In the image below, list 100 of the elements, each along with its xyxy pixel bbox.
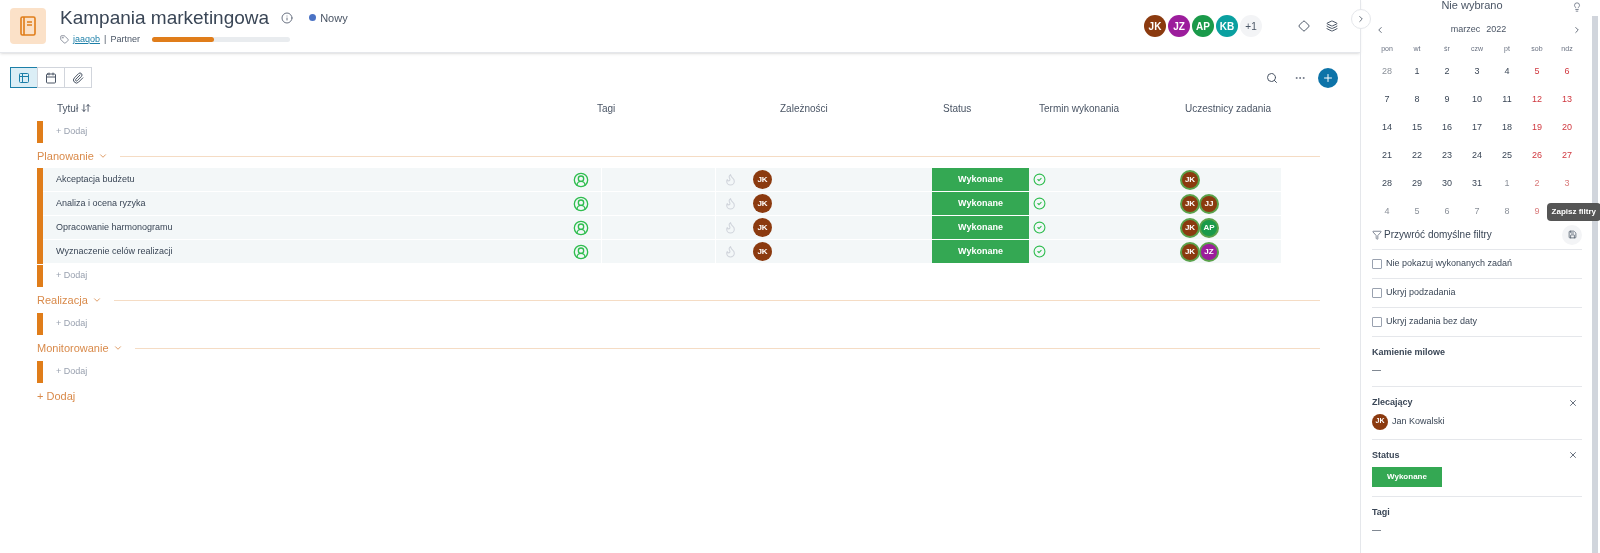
layers-icon[interactable] <box>1326 20 1338 32</box>
lightbulb-icon[interactable] <box>1572 2 1582 12</box>
next-month-icon[interactable] <box>1572 25 1582 35</box>
avatar: JK <box>753 242 772 261</box>
calendar-day[interactable]: 30 <box>1432 177 1462 191</box>
calendar-day[interactable]: 14 <box>1372 121 1402 135</box>
column-header[interactable]: Termin wykonania <box>1039 100 1120 116</box>
calendar-day[interactable]: 13 <box>1552 93 1582 107</box>
checkbox-label[interactable]: Ukryj podzadania <box>1386 286 1456 300</box>
calendar-day[interactable]: 29 <box>1402 177 1432 191</box>
view-tab[interactable] <box>10 67 38 88</box>
avatar: JK <box>1144 15 1166 37</box>
calendar-day[interactable]: 5 <box>1522 65 1552 79</box>
check-circle-icon[interactable] <box>1033 173 1046 186</box>
calendar-day[interactable]: 2 <box>1432 65 1462 79</box>
year-label[interactable]: 2022 <box>1486 23 1507 37</box>
chevron-icon[interactable] <box>91 295 102 305</box>
section-title: Zlecający <box>1372 396 1414 409</box>
calendar-day[interactable]: 27 <box>1552 149 1582 163</box>
avatar: JZ <box>1168 15 1190 37</box>
avatar: AP <box>1201 219 1217 236</box>
calendar-day[interactable]: 19 <box>1522 121 1552 135</box>
avatar: JZ <box>1201 243 1217 260</box>
column-header[interactable]: Zależności <box>780 100 828 116</box>
previous-month-icon[interactable] <box>1375 25 1385 35</box>
calendar-day[interactable]: 11 <box>1492 93 1522 107</box>
checkbox[interactable] <box>1372 317 1382 327</box>
calendar-day[interactable]: 28 <box>1372 65 1402 79</box>
column-header[interactable]: Tagi <box>597 100 616 116</box>
person-name: Jan Kowalski <box>1392 414 1445 428</box>
empty-value: — <box>1372 363 1382 377</box>
calendar-day[interactable]: 12 <box>1522 93 1552 107</box>
calendar-day[interactable]: 25 <box>1492 149 1522 163</box>
calendar-day[interactable]: 15 <box>1402 121 1432 135</box>
calendar-day[interactable]: 26 <box>1522 149 1552 163</box>
close-icon[interactable] <box>1568 397 1578 408</box>
column-header[interactable]: Status <box>943 100 972 116</box>
calendar-day[interactable]: 10 <box>1462 93 1492 107</box>
person-circle-icon[interactable] <box>573 171 589 188</box>
book-icon <box>10 8 46 44</box>
calendar-day[interactable]: 21 <box>1372 149 1402 163</box>
save-filters-button[interactable] <box>1562 224 1582 245</box>
project-title: Kampania marketingowa <box>60 5 270 30</box>
month-label[interactable]: marzec <box>1450 23 1481 37</box>
flame-icon[interactable] <box>724 197 737 210</box>
flame-icon[interactable] <box>724 221 737 234</box>
avatar: JK <box>753 194 772 213</box>
flame-icon[interactable] <box>724 245 737 258</box>
chevron-icon[interactable] <box>112 343 123 353</box>
collapse-panel-button[interactable] <box>1351 9 1371 29</box>
checkbox[interactable] <box>1372 288 1382 298</box>
column-header[interactable]: Uczestnicy zadania <box>1185 100 1272 116</box>
calendar-day[interactable]: 28 <box>1372 177 1402 191</box>
more-members-count[interactable]: +1 <box>1240 15 1262 37</box>
flame-icon[interactable] <box>724 173 737 186</box>
calendar-day[interactable]: 31 <box>1462 177 1492 191</box>
calendar-day[interactable]: 18 <box>1492 121 1522 135</box>
calendar-day[interactable]: 6 <box>1552 65 1582 79</box>
task-title[interactable]: Wyznaczenie celów realizacji <box>56 244 573 259</box>
calendar-day[interactable]: 4 <box>1372 205 1402 219</box>
check-circle-icon[interactable] <box>1033 245 1046 258</box>
tag-link[interactable]: jaaqob <box>73 32 101 47</box>
check-circle-icon[interactable] <box>1033 221 1046 234</box>
calendar-day[interactable]: 3 <box>1462 65 1492 79</box>
check-circle-icon[interactable] <box>1033 197 1046 210</box>
calendar-day[interactable]: 8 <box>1402 93 1432 107</box>
calendar-day[interactable]: 1 <box>1402 65 1432 79</box>
filter-icon <box>1372 229 1382 240</box>
close-icon[interactable] <box>1568 450 1578 461</box>
reset-filters-link[interactable]: Przywróć domyślne filtry <box>1384 227 1562 242</box>
group-color-bar <box>37 361 43 383</box>
checkbox-label[interactable]: Ukryj zadania bez daty <box>1386 315 1478 329</box>
task-title[interactable]: Akceptacja budżetu <box>56 172 573 187</box>
calendar-day[interactable]: 4 <box>1492 65 1522 79</box>
calendar-day[interactable]: 22 <box>1402 149 1432 163</box>
avatar: JK <box>753 170 772 189</box>
calendar-day[interactable]: 16 <box>1432 121 1462 135</box>
diamond-icon[interactable] <box>1298 20 1310 32</box>
calendar-day[interactable]: 7 <box>1372 93 1402 107</box>
calendar-day[interactable]: 24 <box>1462 149 1492 163</box>
task-title[interactable]: Opracowanie harmonogramu <box>56 220 573 235</box>
calendar-day[interactable]: 23 <box>1432 149 1462 163</box>
calendar-day[interactable]: 20 <box>1552 121 1582 135</box>
table-icon <box>18 71 30 84</box>
sort-icon[interactable] <box>81 103 92 113</box>
person-circle-icon[interactable] <box>573 243 589 260</box>
person-circle-icon[interactable] <box>573 219 589 236</box>
info-icon[interactable] <box>281 11 294 24</box>
calendar-day[interactable]: 17 <box>1462 121 1492 135</box>
column-header[interactable]: Tytuł <box>57 100 79 116</box>
attachments-icon <box>72 71 84 84</box>
person-circle-icon[interactable] <box>573 195 589 212</box>
checkbox[interactable] <box>1372 259 1382 269</box>
task-title[interactable]: Analiza i ocena ryzyka <box>56 196 573 211</box>
calendar-day[interactable]: 9 <box>1432 93 1462 107</box>
checkbox-label[interactable]: Nie pokazuj wykonanych zadań <box>1386 257 1513 271</box>
add-button[interactable] <box>1318 67 1338 88</box>
search-icon[interactable] <box>1266 71 1278 84</box>
chevron-icon[interactable] <box>97 151 108 161</box>
avatar: JK <box>753 218 772 237</box>
